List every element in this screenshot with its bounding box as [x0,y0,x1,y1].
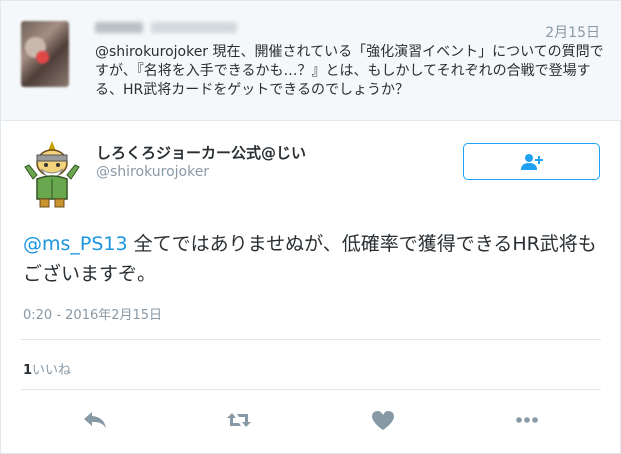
tweet-text: @ms_PS13 全てではありませぬが、低確率で獲得できるHR武将もございますぞ… [23,229,608,289]
retweet-icon [227,413,251,427]
like-label: いいね [32,363,72,378]
like-count: 1 [23,363,33,378]
parent-display-name-redacted [95,22,143,33]
ninja-mascot-icon [24,141,80,208]
more-button[interactable] [513,407,541,433]
heart-icon [372,411,394,430]
likes-stat[interactable]: 1いいね [23,359,71,378]
follow-button[interactable] [463,143,600,180]
parent-avatar[interactable] [21,21,69,87]
reply-icon [84,412,106,428]
divider [21,339,601,340]
parent-tweet[interactable]: 2月15日 @shirokurojoker 現在、開催されている「強化演習イベン… [1,1,621,121]
retweet-button[interactable] [225,407,253,433]
user-handle[interactable]: @shirokurojoker [96,164,209,180]
mention-link[interactable]: @ms_PS13 [23,233,128,255]
parent-tweet-date[interactable]: 2月15日 [545,22,600,42]
like-button[interactable] [369,407,397,433]
add-user-icon [521,154,543,170]
display-name[interactable]: しろくろジョーカー公式@じい [96,142,306,163]
divider [21,389,601,390]
tweet-permalink-card: 2月15日 @shirokurojoker 現在、開催されている「強化演習イベン… [0,0,621,454]
more-icon [516,417,538,423]
tweet-actions [1,403,621,437]
parent-handle-redacted [151,22,237,33]
parent-tweet-text: @shirokurojoker 現在、開催されている「強化演習イベント」について… [95,44,604,98]
tweet-timestamp[interactable]: 0:20 - 2016年2月15日 [23,304,162,323]
avatar[interactable] [23,139,81,209]
reply-button[interactable] [81,407,109,433]
